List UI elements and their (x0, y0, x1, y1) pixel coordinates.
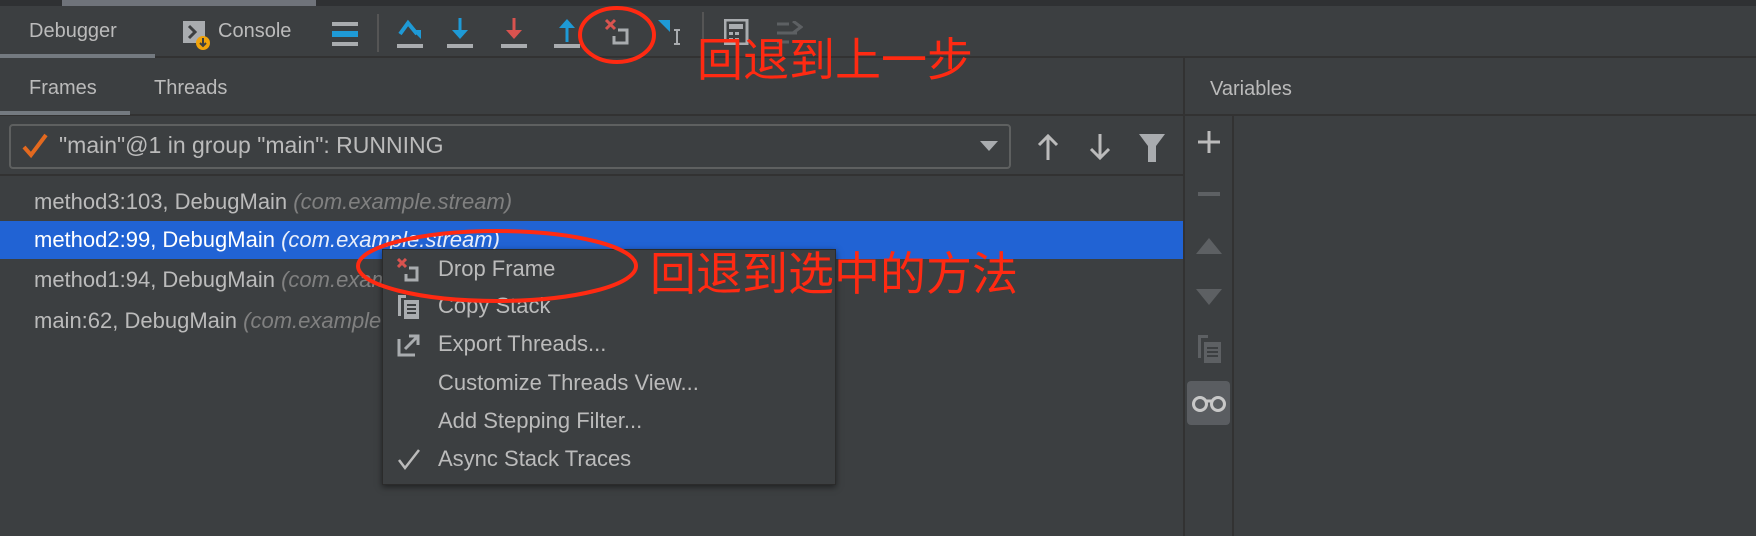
panel-divider[interactable] (1183, 116, 1185, 536)
annotation-toolbar-note: 回退到上一步 (697, 33, 973, 87)
move-up-icon (1196, 238, 1222, 254)
menu-item-export-threads[interactable]: Export Threads... (383, 325, 835, 363)
checkmark-icon (397, 448, 421, 472)
filter-icon[interactable] (1139, 134, 1165, 162)
frame-row[interactable]: method3:103, DebugMain (com.example.stre… (0, 183, 1183, 221)
annotation-circle-drop-frame-button (575, 4, 659, 66)
frames-layout-icon[interactable] (332, 22, 358, 46)
variables-title: Variables (1210, 78, 1292, 100)
frame-method: method2:99, DebugMain (34, 227, 275, 252)
tab-console[interactable]: Console (218, 20, 291, 43)
remove-watch-icon (1198, 192, 1220, 196)
chevron-down-icon[interactable] (980, 141, 998, 151)
panel-divider (1232, 116, 1234, 536)
force-step-into-icon[interactable] (501, 18, 529, 50)
next-frame-icon[interactable] (1089, 134, 1111, 160)
tab-threads[interactable]: Threads (154, 77, 227, 100)
menu-item-customize-threads-view[interactable]: Customize Threads View... (383, 364, 835, 402)
menu-item-async-stack-traces[interactable]: Async Stack Traces (383, 440, 835, 478)
menu-item-label: Customize Threads View... (438, 370, 699, 395)
running-check-icon (22, 133, 48, 159)
menu-item-label: Async Stack Traces (438, 446, 632, 471)
annotation-ellipse-drop-frame-menu (354, 226, 640, 306)
step-into-icon[interactable] (447, 18, 475, 50)
frame-method: main:62, DebugMain (34, 308, 238, 333)
run-to-cursor-icon[interactable] (658, 18, 684, 48)
previous-frame-icon[interactable] (1037, 134, 1059, 160)
move-down-icon (1196, 289, 1222, 305)
watches-toggle-button[interactable] (1187, 381, 1230, 425)
add-watch-icon[interactable] (1198, 131, 1220, 153)
export-icon (397, 333, 421, 357)
annotation-menu-note: 回退到选中的方法 (650, 247, 1018, 301)
frames-tab-indicator (0, 111, 130, 115)
copy-icon (1196, 335, 1222, 363)
tab-debugger[interactable]: Debugger (29, 20, 117, 43)
tab-frames[interactable]: Frames (29, 77, 97, 100)
menu-item-label: Add Stepping Filter... (438, 408, 643, 433)
frame-package: (com.example.stream) (293, 189, 513, 214)
menu-item-add-stepping-filter[interactable]: Add Stepping Filter... (383, 402, 835, 440)
toolbar-separator (377, 14, 379, 52)
frame-method: method3:103, DebugMain (34, 189, 288, 214)
console-icon (183, 21, 211, 51)
frame-method: method1:94, DebugMain (34, 267, 275, 292)
step-over-icon[interactable] (397, 18, 425, 50)
thread-selector-value: "main"@1 in group "main": RUNNING (59, 132, 444, 158)
menu-item-label: Export Threads... (438, 331, 607, 356)
glasses-icon (1192, 396, 1226, 412)
